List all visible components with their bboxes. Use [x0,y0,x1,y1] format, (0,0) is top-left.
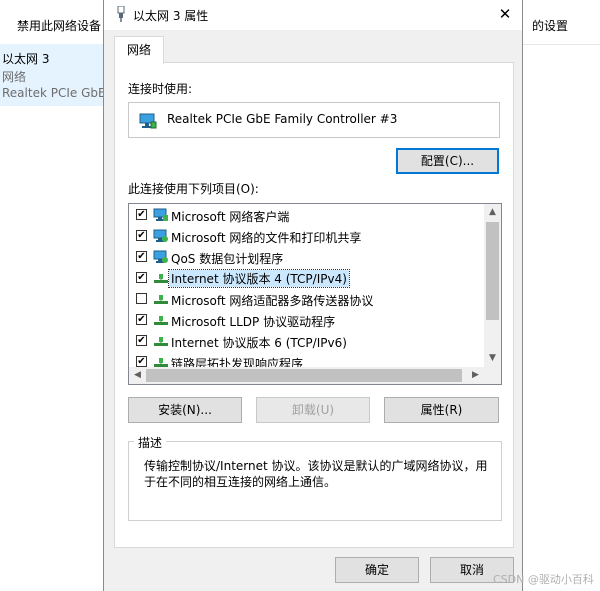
connect-using-label: 连接时使用: [128,82,193,96]
item-label: Microsoft 网络适配器多路传送器协议 [171,294,374,308]
adapter-list-item[interactable]: 以太网 3 网络 Realtek PCIe GbE [0,44,106,106]
install-button[interactable]: 安装(N)... [128,397,242,423]
item-checkbox[interactable]: ✔ [136,314,147,325]
watermark: CSDN @驱动小百科 [493,573,594,586]
list-item[interactable]: ✔ Internet 协议版本 6 (TCP/IPv6) [129,331,483,352]
item-checkbox[interactable]: ✔ [136,356,147,367]
item-label: Microsoft 网络客户端 [171,210,290,224]
close-icon[interactable]: ✕ [494,4,516,24]
scroll-up-icon[interactable]: ▲ [484,204,501,221]
horizontal-scroll-thumb[interactable] [146,369,462,382]
configure-button[interactable]: 配置(C)... [396,148,499,174]
list-item[interactable]: Microsoft 网络适配器多路传送器协议 [129,289,483,310]
uninstall-button: 卸载(U) [256,397,370,423]
network-client-icon [153,208,169,222]
scroll-thumb[interactable] [486,222,499,320]
ethernet-icon [117,6,125,22]
item-checkbox[interactable] [136,293,147,304]
network-adapter-icon [139,113,157,129]
components-list[interactable]: ✔ Microsoft 网络客户端 ✔ Microsoft 网络的文件和打印机共享 ✔ Q… [128,203,502,385]
properties-button[interactable]: 属性(R) [384,397,499,423]
disable-device-button[interactable]: 禁用此网络设备 [17,17,101,34]
network-service-icon [153,250,169,264]
adapter-status: 网络 [2,70,27,84]
list-horizontal-scrollbar[interactable]: ◀ ▶ [129,367,484,384]
items-label: 此连接使用下列项目(O): [128,182,259,196]
item-checkbox[interactable]: ✔ [136,209,147,220]
list-item[interactable]: ✔ Internet 协议版本 4 (TCP/IPv4) [129,268,483,289]
description-title: 描述 [134,434,167,451]
protocol-icon [153,313,169,327]
scroll-down-icon[interactable]: ▼ [484,350,501,367]
item-label: Microsoft 网络的文件和打印机共享 [171,231,362,245]
item-label: QoS 数据包计划程序 [171,252,284,266]
device-name: Realtek PCIe GbE Family Controller #3 [167,112,398,126]
protocol-icon [153,292,169,306]
item-label: Internet 协议版本 4 (TCP/IPv4) [168,269,350,288]
item-checkbox[interactable]: ✔ [136,335,147,346]
ok-button[interactable]: 确定 [335,557,419,583]
list-item[interactable]: ✔ QoS 数据包计划程序 [129,247,483,268]
network-service-icon [153,229,169,243]
scrollbar-corner [484,367,501,384]
list-item[interactable]: ✔ Microsoft LLDP 协议驱动程序 [129,310,483,331]
device-field: Realtek PCIe GbE Family Controller #3 [128,102,500,138]
list-item[interactable]: ✔ Microsoft 网络的文件和打印机共享 [129,226,483,247]
dialog-title: 以太网 3 属性 [133,9,209,23]
scroll-left-icon[interactable]: ◀ [129,367,146,384]
item-checkbox[interactable]: ✔ [136,251,147,262]
title-bar[interactable]: 以太网 3 属性 ✕ [104,0,522,30]
list-vertical-scrollbar[interactable]: ▲ ▼ [484,204,501,367]
item-checkbox[interactable]: ✔ [136,272,147,283]
item-label: Microsoft LLDP 协议驱动程序 [171,315,336,329]
change-settings-button[interactable]: 的设置 [532,17,568,34]
description-text: 传输控制协议/Internet 协议。该协议是默认的广域网络协议，用于在不同的相… [144,459,488,489]
list-item[interactable]: ✔ Microsoft 网络客户端 [129,205,483,226]
adapter-device: Realtek PCIe GbE [2,86,106,100]
properties-dialog: 以太网 3 属性 ✕ 网络 连接时使用: Realtek PCIe GbE Fa… [103,0,523,591]
protocol-icon [153,271,169,285]
item-label: Internet 协议版本 6 (TCP/IPv6) [171,336,347,350]
item-checkbox[interactable]: ✔ [136,230,147,241]
protocol-icon [153,334,169,348]
scroll-right-icon[interactable]: ▶ [467,367,484,384]
adapter-name: 以太网 3 [2,52,50,66]
tab-network[interactable]: 网络 [114,36,164,64]
